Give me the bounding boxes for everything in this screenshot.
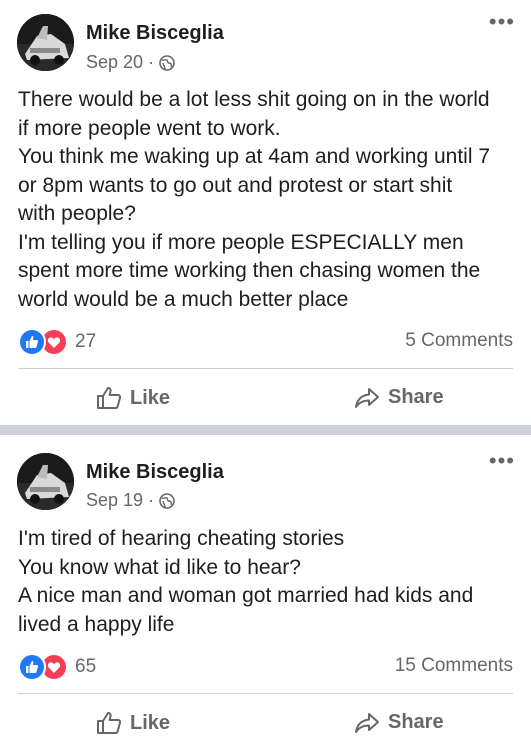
meta-separator: · [148,490,155,510]
like-icon [97,387,122,409]
post-text-line: spent more time working then chasing wom… [18,259,481,282]
reaction-count: 65 [75,656,97,677]
reaction-summary[interactable]: 27 [18,328,96,356]
like-icon [97,712,122,734]
like-reaction-icon [18,653,46,681]
more-options-icon[interactable]: ••• [489,11,515,33]
post-text-line: You think me waking up at 4am and workin… [18,145,491,168]
post-date[interactable]: Sep 20 [86,52,143,73]
share-icon [355,387,379,408]
post-text-line: There would be a lot less shit going on … [18,88,490,111]
like-label: Like [130,711,171,734]
share-label: Share [388,711,444,733]
post-text-line: world would be a much better place [18,287,349,311]
author-name[interactable]: Mike Bisceglia [86,22,224,45]
post-text: There would be a lot less shit going on … [18,86,518,314]
share-icon [355,712,379,733]
post-date[interactable]: Sep 19 [86,490,143,511]
post-text-line: I'm telling you if more people ESPECIALL… [18,230,464,254]
divider [18,368,513,369]
post-text-line: I'm tired of hearing cheating stories [18,527,345,550]
divider [18,693,513,694]
post-text-line: You know what id like to hear? [18,555,301,579]
share-button[interactable]: Share [354,711,444,734]
reaction-icons [18,653,68,681]
reaction-icons [18,328,68,356]
meta-separator: · [148,52,155,72]
avatar-photo-icon [17,453,74,510]
like-button[interactable]: Like [96,711,170,735]
post: Mike Bisceglia Sep 20 · ••• There would … [0,0,531,425]
post: Mike Bisceglia Sep 19 · ••• I'm tired of… [0,435,531,750]
avatar[interactable] [17,453,74,510]
post-meta: Sep 20 · [86,52,175,73]
post-text-line: lived a happy life [18,612,175,636]
more-options-icon[interactable]: ••• [489,450,515,472]
avatar[interactable] [17,14,74,71]
globe-icon [159,54,175,71]
author-name[interactable]: Mike Bisceglia [86,461,224,484]
post-text-line: A nice man and woman got married had kid… [18,584,474,607]
post-meta: Sep 19 · [86,490,175,511]
comments-link[interactable]: 15 Comments [395,655,513,677]
globe-icon [159,492,175,509]
feed-separator [0,425,531,435]
reaction-summary[interactable]: 65 [18,653,96,681]
like-reaction-icon [18,328,46,356]
like-label: Like [130,386,171,409]
share-label: Share [388,386,444,408]
post-text-line: with people? [18,202,136,225]
post-text-line: or 8pm wants to go out and protest or st… [18,173,453,197]
share-button[interactable]: Share [354,386,444,409]
post-text: I'm tired of hearing cheating stories Yo… [18,525,518,639]
reaction-count: 27 [75,331,97,352]
post-text-line: if more people went to work. [18,116,281,140]
avatar-photo-icon [17,14,74,71]
like-button[interactable]: Like [96,386,170,410]
comments-link[interactable]: 5 Comments [405,330,513,352]
